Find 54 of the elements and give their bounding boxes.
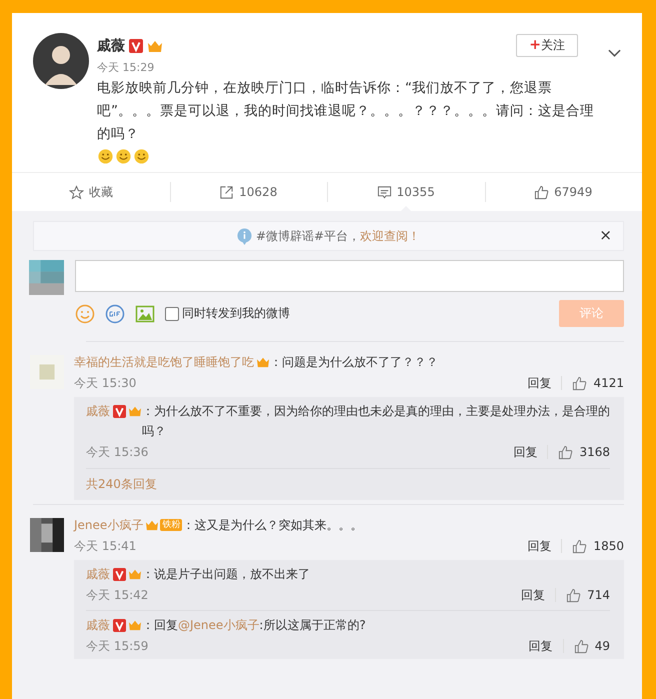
thumbs-up-icon[interactable]	[574, 638, 589, 654]
like-count: 3168	[579, 445, 610, 459]
thumbs-up-icon[interactable]	[572, 538, 588, 554]
close-button[interactable]: ×	[596, 226, 615, 244]
reply-link[interactable]: 回复	[527, 538, 552, 554]
comment-input[interactable]	[75, 260, 624, 292]
info-icon	[236, 228, 252, 244]
thumbs-up-icon	[534, 184, 550, 200]
thumbs-up-icon[interactable]	[572, 376, 588, 390]
action-button[interactable]: 收藏	[12, 173, 170, 211]
action-button[interactable]: 10628	[170, 173, 327, 211]
reply-link[interactable]: 回复	[521, 586, 546, 604]
notice-text: #微博辟谣#平台，	[256, 228, 360, 244]
comment-time: 今天 15:41	[74, 538, 138, 554]
star-icon	[68, 184, 84, 200]
fan-badge: 铁粉	[160, 519, 182, 531]
avatar-icon	[29, 260, 64, 295]
image-icon[interactable]	[135, 304, 155, 324]
post-text: 电影放映前几分钟，在放映厅门口，临时告诉你：“我们放不了了，您退票吧”。。。票是可以退，我的时间找谁退呢？。。。？？？。。。请问：这是合理的吗？	[97, 79, 595, 144]
reply-time: 今天 15:36	[86, 444, 150, 460]
thumbs-up-icon[interactable]	[566, 588, 582, 602]
reply-text: ：为什么放不了不重要，因为给你的理由也未必是真的理由，主要是处理办法，是合理的吗？	[142, 403, 610, 440]
avatar-icon[interactable]	[30, 518, 64, 552]
reply-text: :所以这属于正常的?	[259, 617, 367, 634]
emoji-icon	[97, 147, 114, 164]
reply-text: ：说是片子出问题，放不出来了	[142, 566, 311, 583]
reply-link[interactable]: 回复	[528, 638, 553, 654]
reply-time: 今天 15:42	[86, 586, 150, 604]
avatar-icon[interactable]	[33, 33, 89, 89]
reply-link[interactable]: 回复	[513, 444, 538, 460]
chevron-down-icon[interactable]	[608, 49, 621, 58]
action-button[interactable]: 67949	[484, 173, 642, 211]
like-count: 1850	[593, 539, 624, 553]
like-count: 714	[587, 588, 610, 602]
follow-button[interactable]: +关注	[516, 34, 578, 57]
emoji-icon	[133, 147, 150, 164]
comment-text: ：问题是为什么放不了了？？？	[270, 354, 439, 371]
smiley-icon[interactable]	[75, 304, 95, 324]
share-icon	[219, 184, 234, 200]
emoji-icon	[115, 147, 132, 164]
reply-time: 今天 15:59	[86, 638, 150, 654]
checkbox-label[interactable]: 同时转发到我的微博	[182, 305, 290, 322]
like-count: 49	[594, 639, 610, 653]
reply-prefix: ：回复	[142, 617, 178, 634]
checkbox[interactable]	[165, 306, 179, 320]
like-count: 4121	[593, 376, 624, 390]
comment-text: ：这又是为什么？突如其来。。。	[182, 517, 364, 534]
thumbs-up-icon[interactable]	[558, 444, 574, 460]
author-name[interactable]: 戚薇	[97, 37, 125, 55]
comment-icon	[376, 184, 392, 200]
post-time: 今天 15:29	[97, 60, 154, 75]
reply-link[interactable]: 回复	[527, 374, 552, 392]
comment-time: 今天 15:30	[74, 374, 138, 392]
gif-icon[interactable]	[105, 304, 125, 324]
